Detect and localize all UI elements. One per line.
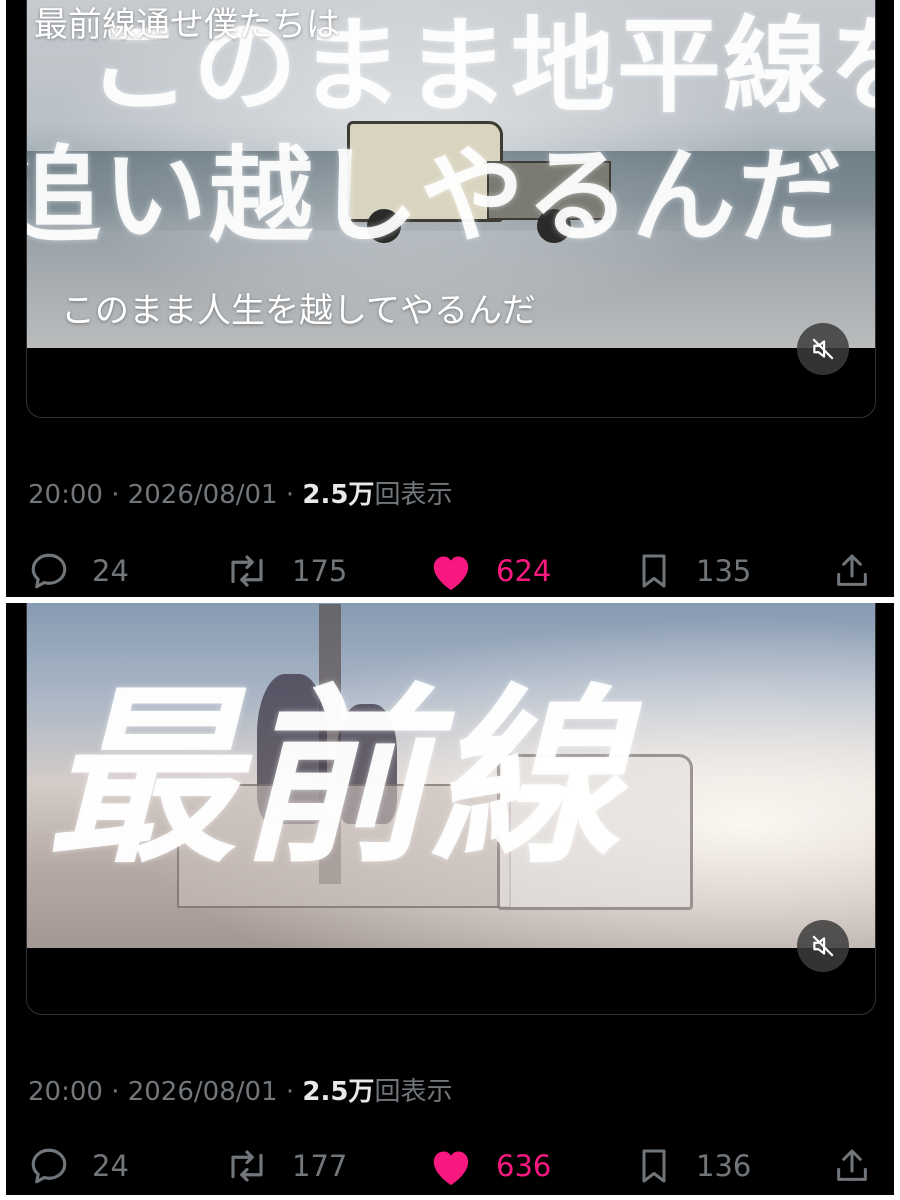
like-button[interactable]: 636 (428, 1141, 551, 1191)
bookmark-icon (642, 1149, 666, 1183)
view-count-label: 回表示 (374, 480, 453, 510)
mute-icon (812, 338, 834, 360)
bookmark-button[interactable]: 136 (634, 1141, 751, 1191)
reply-button[interactable]: 24 (28, 546, 129, 596)
view-count-label: 回表示 (374, 1077, 453, 1107)
repost-count: 177 (292, 1149, 348, 1183)
video-card[interactable]: 最前線 (26, 603, 876, 1015)
video-bottom-bar (27, 348, 875, 382)
action-bar: 24 177 636 136 (6, 1141, 894, 1191)
like-button[interactable]: 624 (428, 546, 551, 596)
video-caption: このまま人生を越してやるんだ (61, 291, 536, 331)
repost-icon (231, 1150, 263, 1182)
like-heart-icon (433, 556, 469, 591)
bookmark-count: 136 (696, 1149, 752, 1183)
timestamp: 20:00 · 2026/08/01 · (28, 1077, 303, 1107)
like-count: 624 (496, 554, 552, 588)
mute-button[interactable] (797, 323, 849, 375)
post-meta: 20:00 · 2026/08/01 · 2.5万回表示 (28, 1071, 452, 1108)
like-count: 636 (496, 1149, 552, 1183)
timestamp: 20:00 · 2026/08/01 · (28, 480, 303, 510)
video-title-line-1: 最前線 (47, 666, 624, 889)
mute-button[interactable] (797, 920, 849, 972)
repost-button[interactable]: 177 (224, 1141, 347, 1191)
view-count[interactable]: 2.5万 (302, 1077, 374, 1107)
share-icon (837, 1149, 867, 1181)
post-panel-1: このまま地平線を 追い越しやるんだ このまま人生を越してやるんだ 20:00 ·… (6, 0, 894, 597)
post-meta: 20:00 · 2026/08/01 · 2.5万回表示 (28, 474, 452, 511)
reply-count: 24 (92, 554, 129, 588)
video-frame[interactable]: 最前線 (27, 603, 875, 982)
action-bar: 24 175 624 135 (6, 546, 894, 596)
repost-count: 175 (292, 554, 348, 588)
repost-icon (231, 555, 263, 587)
post-panel-2: 最前線 20:00 · 2026/08/01 · 2.5万回表示 24 177 (6, 603, 894, 1195)
reply-count: 24 (92, 1149, 129, 1183)
reply-icon (31, 1148, 67, 1184)
repost-button[interactable]: 175 (224, 546, 347, 596)
video-card[interactable]: このまま地平線を 追い越しやるんだ このまま人生を越してやるんだ (26, 0, 876, 418)
share-icon (837, 554, 867, 586)
share-button[interactable] (832, 546, 872, 596)
video-title-line-2: 追い越しやるんだ (27, 134, 844, 257)
bookmark-button[interactable]: 135 (634, 546, 751, 596)
share-button[interactable] (832, 1141, 872, 1191)
reply-icon (31, 553, 67, 589)
bookmark-icon (642, 554, 666, 588)
reply-button[interactable]: 24 (28, 1141, 129, 1191)
like-heart-icon (433, 1151, 469, 1186)
mute-icon (812, 935, 834, 957)
video-caption: 最前線通せ僕たちは (34, 5, 340, 45)
view-count[interactable]: 2.5万 (302, 480, 374, 510)
video-bottom-bar (27, 948, 875, 982)
bookmark-count: 135 (696, 554, 752, 588)
